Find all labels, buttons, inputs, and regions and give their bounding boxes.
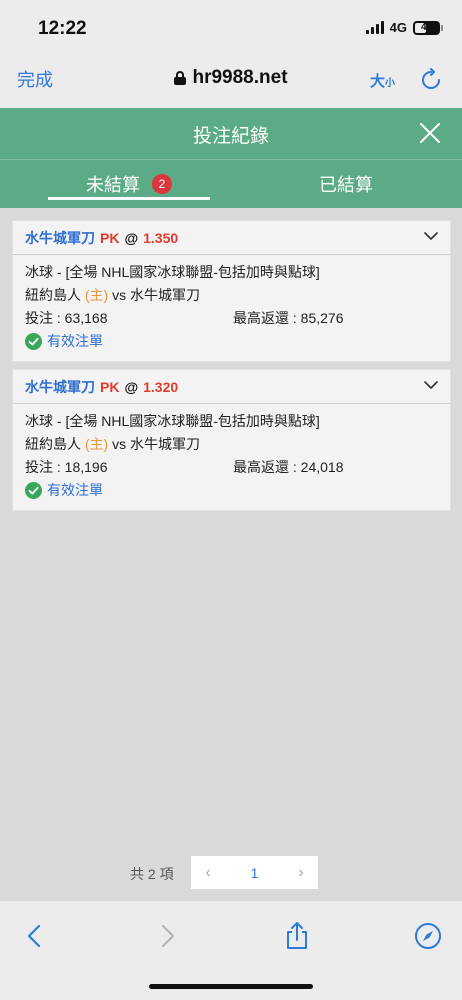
bet-handicap: PK [100, 378, 120, 395]
bet-card: 水牛城軍刀 PK @ 1.320 冰球 - [全場 NHL國家冰球聯盟-包括加時… [12, 369, 451, 511]
bet-card: 水牛城軍刀 PK @ 1.350 冰球 - [全場 NHL國家冰球聯盟-包括加時… [12, 220, 451, 362]
browser-bar: 完成 hr9988.net 大小 [0, 54, 462, 108]
bet-selection-team: 水牛城軍刀 [25, 229, 95, 246]
modal-header: 投注紀錄 [0, 108, 462, 160]
home-tag: (主) [84, 287, 109, 303]
status-indicators: 4G 41 [365, 20, 443, 35]
compass-icon[interactable] [413, 921, 443, 951]
unsettled-count-badge: 2 [152, 174, 172, 194]
bet-odds: 1.350 [143, 229, 179, 246]
pagination-prev-button[interactable]: ‹ [191, 856, 225, 889]
url-text: hr9988.net [192, 67, 288, 88]
signal-icon [365, 21, 384, 34]
forward-arrow-icon[interactable] [152, 921, 182, 951]
tab-settled[interactable]: 已結算 [276, 160, 416, 208]
modal-title: 投注紀錄 [192, 126, 269, 147]
status-bar: 12:22 4G 41 [0, 0, 462, 54]
home-team: 紐約島人 [25, 436, 81, 452]
bet-handicap: PK [100, 229, 120, 246]
battery-level: 41 [420, 22, 433, 33]
bet-league: 冰球 - [全場 NHL國家冰球聯盟-包括加時與點球] [25, 413, 320, 429]
bet-status-label: 有效注單 [47, 482, 103, 498]
active-tab-indicator [48, 197, 210, 200]
text-size-button[interactable]: 大小 [370, 70, 395, 91]
lock-icon [174, 71, 187, 85]
bet-at-symbol: @ [124, 229, 139, 246]
bet-card-body: 冰球 - [全場 NHL國家冰球聯盟-包括加時與點球] 紐約島人 (主) vs … [13, 255, 450, 361]
bet-card-header[interactable]: 水牛城軍刀 PK @ 1.350 [13, 221, 450, 255]
bet-status-label: 有效注單 [47, 333, 103, 349]
pagination-page-1[interactable]: 1 [225, 865, 284, 881]
status-time: 12:22 [38, 18, 87, 39]
close-icon[interactable] [419, 122, 441, 144]
home-indicator [149, 984, 313, 989]
tab-unsettled-label: 未結算 [86, 175, 140, 195]
pagination: ‹ 1 › [191, 856, 318, 889]
home-team: 紐約島人 [25, 287, 81, 303]
bet-matchup: 紐約島人 (主) vs 水牛城軍刀 [25, 433, 438, 456]
bet-max-return: 最高返還 : 24,018 [233, 459, 344, 475]
away-team: vs 水牛城軍刀 [112, 436, 200, 452]
share-icon[interactable] [282, 921, 312, 951]
bet-amount-row: 投注 : 63,168 最高返還 : 85,276 [25, 307, 438, 330]
away-team: vs 水牛城軍刀 [112, 287, 200, 303]
bet-card-header[interactable]: 水牛城軍刀 PK @ 1.320 [13, 370, 450, 404]
bet-card-body: 冰球 - [全場 NHL國家冰球聯盟-包括加時與點球] 紐約島人 (主) vs … [13, 404, 450, 510]
bet-odds: 1.320 [143, 378, 179, 395]
chevron-down-icon[interactable] [424, 380, 438, 390]
back-arrow-icon[interactable] [20, 921, 50, 951]
pagination-next-button[interactable]: › [284, 856, 318, 889]
network-label: 4G [389, 20, 407, 35]
text-size-big: 大 [370, 73, 386, 90]
bet-stake: 投注 : 18,196 [25, 459, 108, 475]
bet-status: 有效注單 [25, 479, 438, 502]
bet-matchup: 紐約島人 (主) vs 水牛城軍刀 [25, 284, 438, 307]
pagination-total: 共 2 項 [130, 866, 174, 882]
chevron-down-icon[interactable] [424, 231, 438, 241]
battery-icon: 41 [413, 20, 443, 35]
check-circle-icon [25, 482, 42, 499]
check-circle-icon [25, 333, 42, 350]
reload-icon[interactable] [419, 68, 443, 92]
bet-max-return: 最高返還 : 85,276 [233, 310, 344, 326]
bet-stake: 投注 : 63,168 [25, 310, 108, 326]
text-size-small: 小 [385, 78, 396, 89]
bet-league: 冰球 - [全場 NHL國家冰球聯盟-包括加時與點球] [25, 264, 320, 280]
bet-at-symbol: @ [124, 378, 139, 395]
home-tag: (主) [84, 436, 109, 452]
bet-amount-row: 投注 : 18,196 最高返還 : 24,018 [25, 456, 438, 479]
bet-selection-team: 水牛城軍刀 [25, 378, 95, 395]
tab-bar: 未結算 2 已結算 [0, 160, 462, 208]
tab-settled-label: 已結算 [319, 175, 373, 195]
bet-status: 有效注單 [25, 330, 438, 353]
tab-unsettled[interactable]: 未結算 2 [48, 160, 210, 208]
